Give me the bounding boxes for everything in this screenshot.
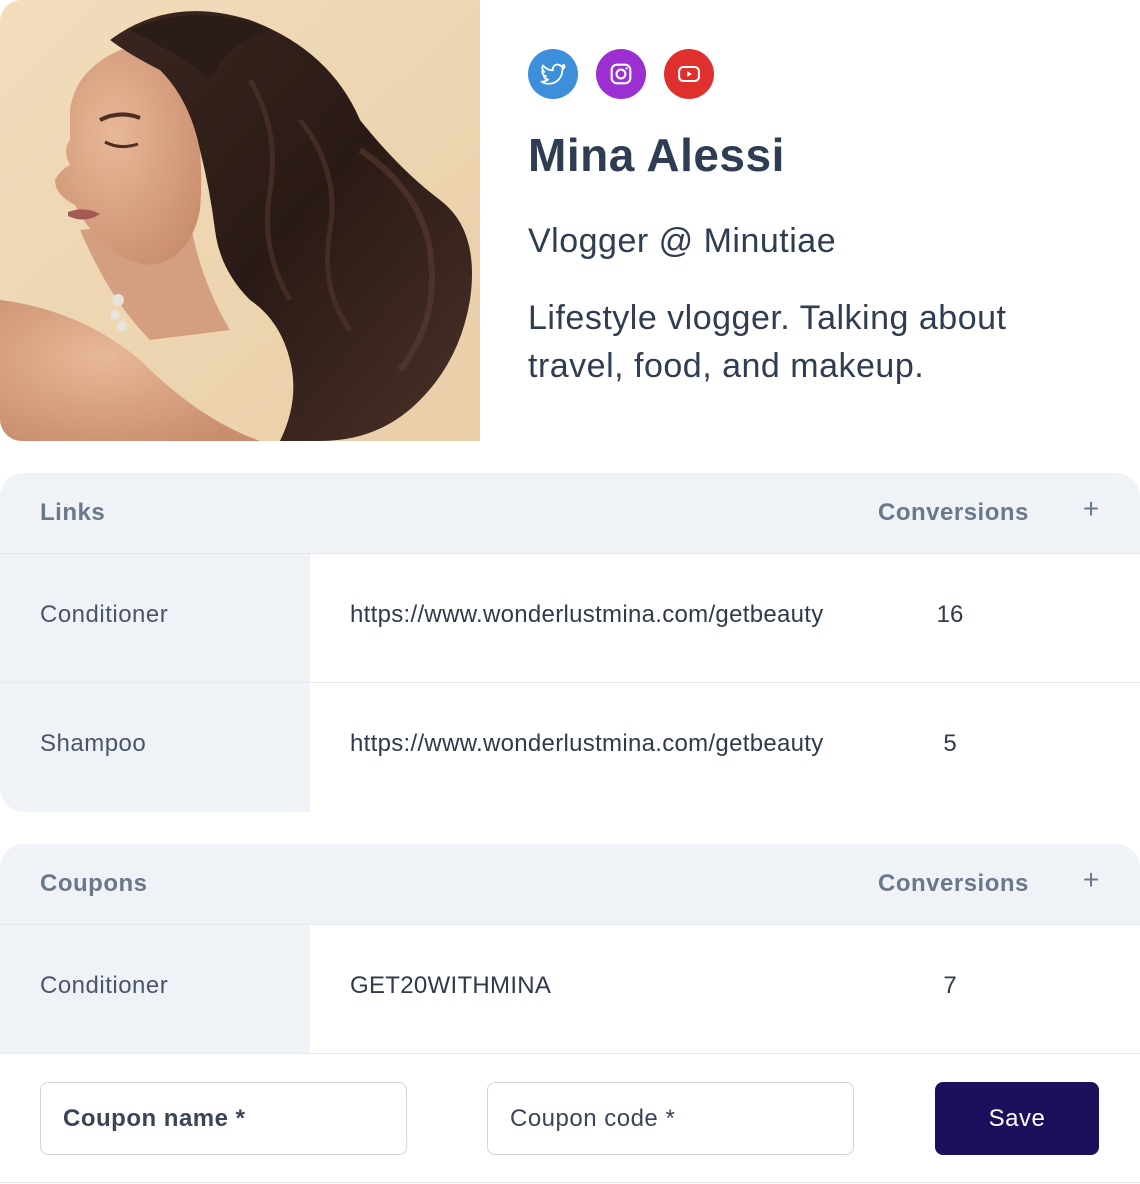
table-row[interactable]: Conditioner GET20WITHMINA 7 (0, 925, 1140, 1054)
profile-role: Vlogger @ Minutiae (528, 222, 837, 260)
coupon-name-input[interactable] (40, 1082, 407, 1155)
table-row[interactable]: Conditioner https://www.wonderlustmina.c… (0, 554, 1140, 683)
portrait-image (0, 0, 480, 441)
links-header: Links Conversions + (0, 473, 1140, 554)
row-label: Shampoo (40, 730, 147, 757)
youtube-icon (678, 65, 700, 83)
link-url[interactable]: https://www.wonderlustmina.com/getbeauty (350, 730, 830, 758)
save-button[interactable]: Save (935, 1082, 1099, 1155)
links-title: Links (40, 499, 106, 526)
coupons-conversions-label: Conversions (878, 870, 1029, 897)
coupons-title: Coupons (40, 870, 148, 897)
coupons-header: Coupons Conversions + (0, 844, 1140, 925)
youtube-button[interactable] (664, 49, 714, 99)
coupon-code-input[interactable] (487, 1082, 854, 1155)
coupons-table: Coupons Conversions + Conditioner GET20W… (0, 844, 1140, 1054)
conversion-count: 5 (943, 730, 957, 757)
social-links (528, 49, 714, 99)
conversion-count: 16 (936, 601, 964, 628)
instagram-icon (610, 63, 632, 85)
instagram-button[interactable] (596, 49, 646, 99)
profile-bio: Lifestyle vlogger. Talking about travel,… (528, 299, 1007, 385)
profile-photo (0, 0, 480, 441)
links-table: Links Conversions + Conditioner https://… (0, 473, 1140, 812)
conversion-count: 7 (943, 972, 957, 999)
twitter-icon (540, 63, 566, 85)
links-conversions-label: Conversions (878, 499, 1029, 526)
add-coupon-button[interactable]: + (1078, 864, 1104, 898)
row-label: Conditioner (40, 972, 169, 999)
new-coupon-form: Save (0, 1053, 1140, 1183)
profile-name: Mina Alessi (528, 129, 785, 181)
twitter-button[interactable] (528, 49, 578, 99)
row-label: Conditioner (40, 601, 169, 628)
coupon-code: GET20WITHMINA (350, 972, 552, 999)
link-url[interactable]: https://www.wonderlustmina.com/getbeauty (350, 601, 830, 629)
add-link-button[interactable]: + (1078, 493, 1104, 527)
table-row[interactable]: Shampoo https://www.wonderlustmina.com/g… (0, 683, 1140, 812)
